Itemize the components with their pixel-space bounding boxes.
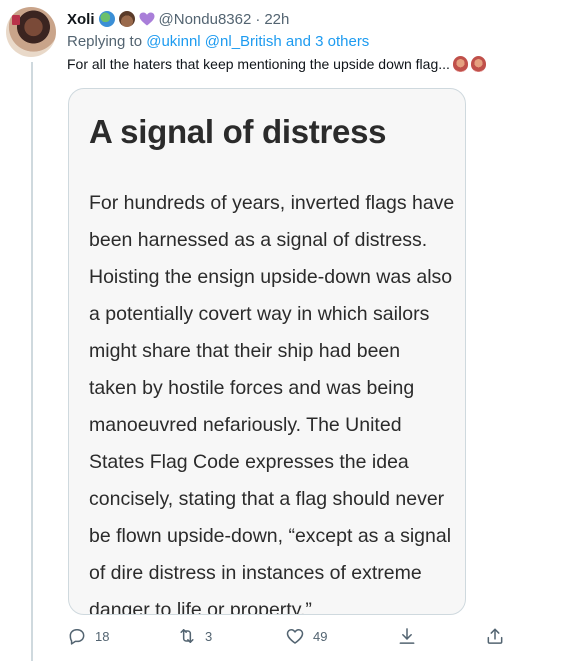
- card-line: For hundreds of years, inverted flags ha…: [89, 192, 455, 214]
- card-line: concisely, stating that a flag should ne…: [89, 488, 445, 510]
- facepalm-emoji-icon: [452, 56, 468, 72]
- like-button[interactable]: 49: [285, 624, 327, 648]
- display-name[interactable]: Xoli: [67, 11, 95, 28]
- globe-emoji-icon: [98, 11, 115, 27]
- card-body: For hundreds of years, inverted flags ha…: [89, 185, 459, 615]
- share-button[interactable]: [485, 624, 505, 648]
- face-emoji-icon: [118, 11, 135, 27]
- reply-count: 18: [95, 628, 110, 644]
- card-line: manoeuvred nefariously. The United: [89, 414, 402, 436]
- avatar[interactable]: [6, 7, 56, 57]
- like-count: 49: [313, 628, 328, 644]
- retweet-arrows-icon: [177, 626, 197, 646]
- tweet-text: For all the haters that keep mentioning …: [67, 56, 486, 72]
- card-line: taken by hostile forces and was being: [89, 377, 415, 399]
- attached-image-card[interactable]: A signal of distress For hundreds of yea…: [68, 88, 466, 615]
- card-title: A signal of distress: [89, 113, 387, 150]
- purple-heart-emoji-icon: [139, 12, 155, 26]
- replying-connector: and: [281, 33, 316, 50]
- replying-others-link[interactable]: 3 others: [315, 33, 369, 50]
- replying-to: Replying to @ukinnl @nl_British and 3 ot…: [67, 33, 369, 50]
- retweet-count: 3: [205, 628, 213, 644]
- card-line: of dire distress in instances of extreme: [89, 562, 422, 584]
- heart-outline-icon: [285, 626, 305, 646]
- user-handle[interactable]: @Nondu8362: [159, 11, 252, 28]
- timestamp[interactable]: 22h: [264, 11, 289, 28]
- card-line: been harnessed as a signal of distress.: [89, 229, 428, 251]
- card-line: danger to life or property.”: [89, 599, 312, 615]
- tweet-body: For all the haters that keep mentioning …: [67, 56, 450, 72]
- card-line: might share that their ship had been: [89, 340, 401, 362]
- speech-bubble-icon: [67, 626, 87, 646]
- replying-prefix: Replying to: [67, 33, 147, 50]
- card-line: a potentially covert way in which sailor…: [89, 303, 430, 325]
- card-line: Hoisting the ensign upside-down was also: [89, 266, 453, 288]
- download-arrow-icon: [397, 626, 417, 646]
- thread-line: [31, 62, 33, 661]
- download-button[interactable]: [397, 624, 417, 648]
- card-line: be flown upside-down, “except as a signa…: [89, 525, 452, 547]
- retweet-button[interactable]: 3: [177, 624, 212, 648]
- tweet-actions: 18 3 49: [67, 624, 517, 648]
- reply-button[interactable]: 18: [67, 624, 109, 648]
- separator-dot: ·: [255, 10, 261, 28]
- tweet-header: Xoli @Nondu8362 · 22h: [67, 8, 289, 30]
- avatar-flag-icon: [12, 15, 20, 25]
- replying-mentions[interactable]: @ukinnl @nl_British: [146, 33, 282, 50]
- share-upload-icon: [485, 626, 505, 646]
- facepalm-emoji-icon: [470, 56, 486, 72]
- card-line: States Flag Code expresses the idea: [89, 451, 409, 473]
